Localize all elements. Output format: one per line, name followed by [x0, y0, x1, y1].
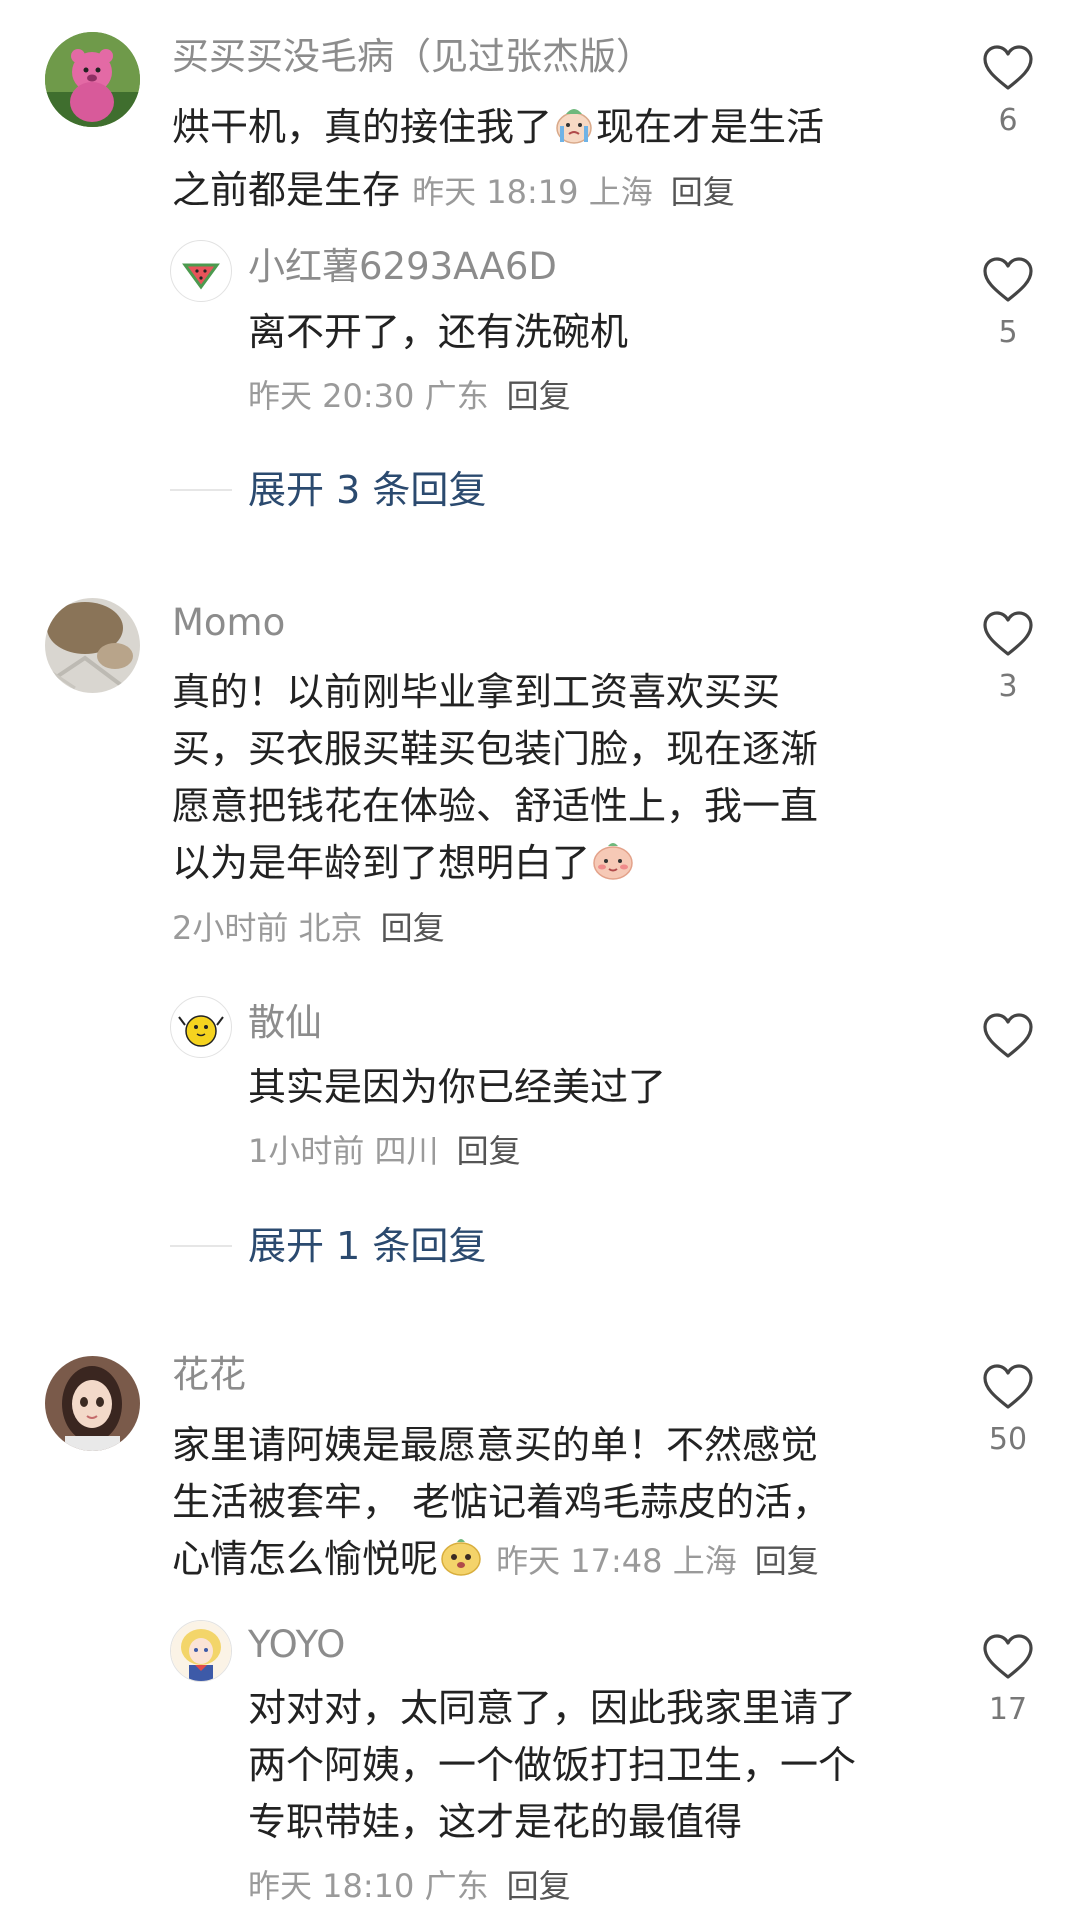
- anime-avatar-icon: [171, 1621, 231, 1681]
- reply-button[interactable]: 回复: [671, 173, 735, 211]
- comment-time: 1小时前: [248, 1132, 365, 1170]
- user-avatar[interactable]: [170, 996, 232, 1058]
- pink-bear-avatar-icon: [45, 32, 140, 127]
- heart-outline-icon: [983, 1013, 1033, 1058]
- like-count: 17: [988, 1692, 1028, 1727]
- like-count: 5: [998, 315, 1018, 350]
- comment-text-line: 烘干机，真的接住我了: [172, 105, 553, 149]
- watermelon-avatar-icon: [182, 263, 220, 290]
- reply-text-line: 两个阿姨，一个做饭打扫卫生，一个: [248, 1743, 857, 1787]
- reply-text: 对对对，太同意了，因此我家里请了 两个阿姨，一个做饭打扫卫生，一个 专职带娃，这…: [248, 1680, 856, 1851]
- comment-text-line: 买，买衣服买鞋买包装门脸，现在逐渐: [172, 727, 819, 771]
- comment-location: 北京: [298, 909, 363, 947]
- comment-text-line: 心情怎么愉悦呢: [172, 1537, 439, 1581]
- like-button[interactable]: 6: [978, 44, 1038, 136]
- expand-divider: [170, 489, 232, 491]
- reply-meta: 1小时前 四川 回复: [248, 1135, 521, 1167]
- username[interactable]: 散仙: [248, 1004, 322, 1041]
- comment-text-line: 愿意把钱花在体验、舒适性上，我一直: [172, 784, 819, 828]
- comment-meta: 昨天 17:48 上海 回复: [496, 1542, 819, 1580]
- username[interactable]: 小红薯6293AA6D: [248, 248, 557, 285]
- reply-text: 离不开了，还有洗碗机: [248, 310, 629, 354]
- user-avatar[interactable]: [45, 598, 140, 693]
- comment-location: 上海: [672, 1542, 737, 1580]
- like-button[interactable]: 17: [978, 1633, 1038, 1725]
- yellow-duck-avatar-icon: [178, 1015, 224, 1047]
- reply-button[interactable]: 回复: [381, 909, 445, 947]
- like-count: 6: [998, 103, 1018, 138]
- comment-text-line: 以为是年龄到了想明白了: [172, 841, 591, 885]
- comment-time: 昨天 20:30: [248, 377, 415, 415]
- username[interactable]: 花花: [172, 1356, 246, 1393]
- comment-location: 四川: [374, 1132, 439, 1170]
- heart-outline-icon: [983, 611, 1033, 656]
- comment-meta: 2小时前 北京 回复: [172, 912, 445, 944]
- comment-meta: 昨天 18:19 上海 回复: [412, 173, 735, 211]
- heart-outline-icon: [983, 257, 1033, 302]
- like-button[interactable]: 5: [978, 256, 1038, 348]
- user-avatar[interactable]: [170, 1620, 232, 1682]
- comment-text-line: 真的！以前刚毕业拿到工资喜欢买买: [172, 670, 781, 714]
- reply-text-line: 专职带娃，这才是花的最值得: [248, 1800, 743, 1844]
- peach-face-emoji-icon: [438, 1532, 484, 1594]
- reply-button[interactable]: 回复: [507, 377, 571, 415]
- reply-meta: 昨天 20:30 广东 回复: [248, 380, 571, 412]
- username[interactable]: 买买买没毛病（见过张杰版）: [172, 38, 653, 75]
- crying-face-emoji-icon: [552, 102, 596, 162]
- comment-text: 真的！以前刚毕业拿到工资喜欢买买 买，买衣服买鞋买包装门脸，现在逐渐 愿意把钱花…: [172, 664, 818, 898]
- heart-outline-icon: [983, 1634, 1033, 1679]
- reply-button[interactable]: 回复: [755, 1542, 819, 1580]
- comment-text-line: 生活被套牢， 老惦记着鸡毛蒜皮的活，: [172, 1480, 831, 1524]
- comment-text-line: 之前都是生存: [172, 168, 401, 212]
- girl-avatar-icon: [45, 1356, 140, 1451]
- expand-replies-button[interactable]: 展开 1 条回复: [248, 1227, 486, 1265]
- user-avatar[interactable]: [170, 240, 232, 302]
- comment-time: 昨天 18:10: [248, 1867, 415, 1905]
- comment-text-line: 现在才是生活: [596, 105, 825, 149]
- comment-location: 广东: [424, 377, 489, 415]
- reply-button[interactable]: 回复: [507, 1867, 571, 1905]
- reply-text: 其实是因为你已经美过了: [248, 1065, 667, 1109]
- expand-divider: [170, 1245, 232, 1247]
- comment-time: 昨天 17:48: [496, 1542, 663, 1580]
- comment-time: 2小时前: [172, 909, 289, 947]
- like-count: 3: [998, 669, 1018, 704]
- like-button[interactable]: 50: [978, 1363, 1038, 1455]
- heart-outline-icon: [983, 1364, 1033, 1409]
- cat-avatar-icon: [45, 598, 140, 693]
- comment-time: 昨天 18:19: [412, 173, 579, 211]
- username[interactable]: Momo: [172, 604, 285, 641]
- comment-location: 广东: [424, 1867, 489, 1905]
- reply-button[interactable]: 回复: [457, 1132, 521, 1170]
- heart-outline-icon: [983, 45, 1033, 90]
- comment-text: 家里请阿姨是最愿意买的单！不然感觉 生活被套牢， 老惦记着鸡毛蒜皮的活， 心情怎…: [172, 1417, 830, 1594]
- blushing-face-emoji-icon: [590, 836, 636, 898]
- like-button[interactable]: 3: [978, 610, 1038, 702]
- expand-replies-button[interactable]: 展开 3 条回复: [248, 471, 486, 509]
- like-button[interactable]: [978, 1012, 1038, 1060]
- user-avatar[interactable]: [45, 32, 140, 127]
- comment-text: 烘干机，真的接住我了 现在才是生活 之前都是生存 昨天 18:19 上海 回复: [172, 99, 824, 221]
- reply-meta: 昨天 18:10 广东 回复: [248, 1870, 571, 1902]
- user-avatar[interactable]: [45, 1356, 140, 1451]
- like-count: 50: [988, 1422, 1028, 1457]
- comment-location: 上海: [588, 173, 653, 211]
- reply-text-line: 对对对，太同意了，因此我家里请了: [248, 1686, 857, 1730]
- username[interactable]: YOYO: [248, 1626, 345, 1663]
- comment-text-line: 家里请阿姨是最愿意买的单！不然感觉: [172, 1423, 819, 1467]
